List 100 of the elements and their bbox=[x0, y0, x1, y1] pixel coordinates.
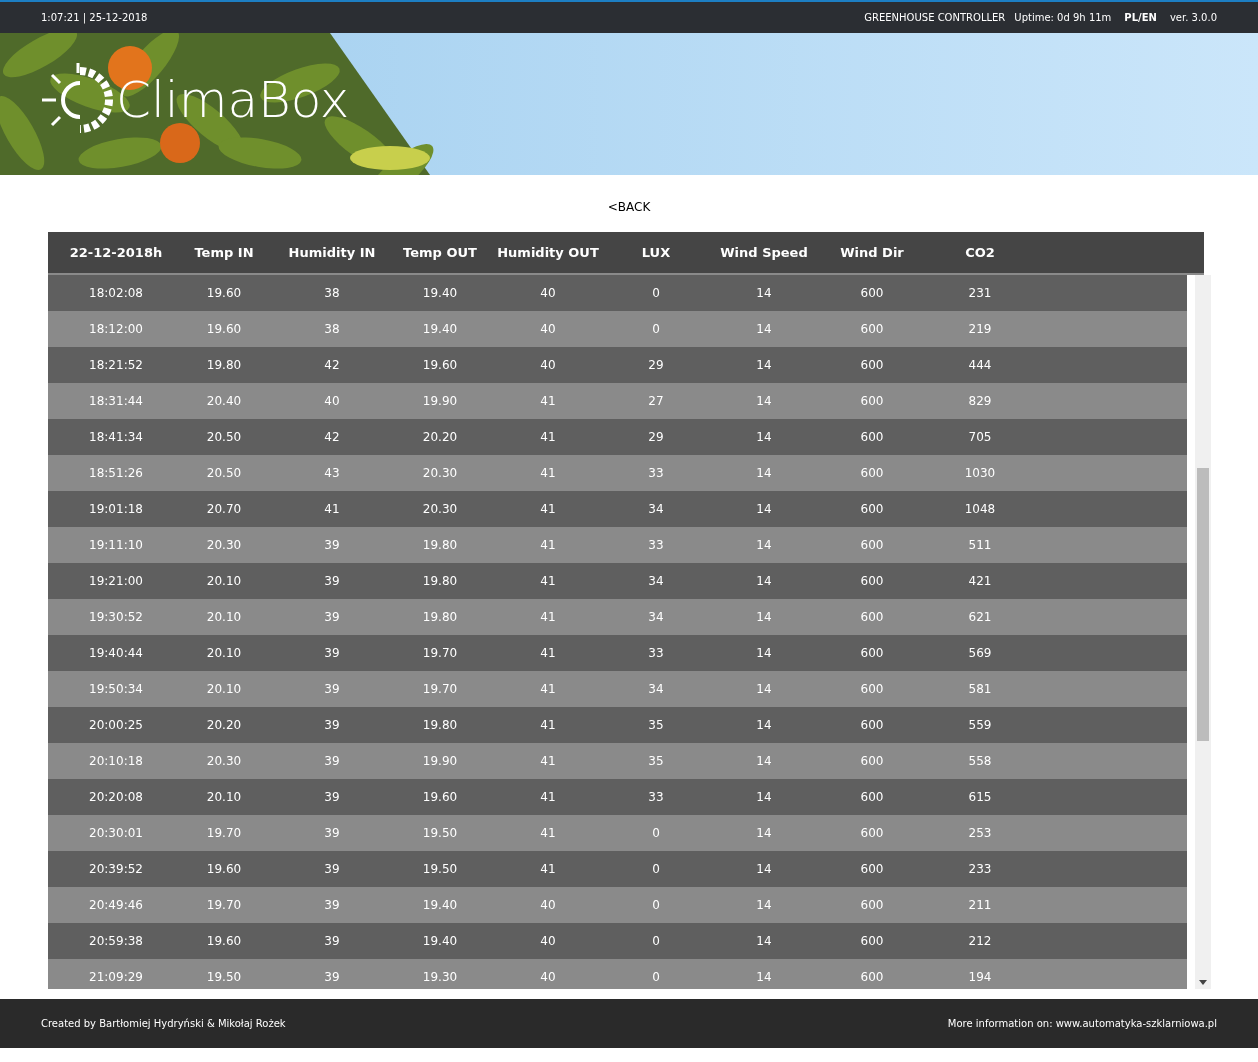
table-cell-text: 558 bbox=[967, 753, 993, 770]
table-cell-text: 19:11:10 bbox=[88, 537, 144, 554]
table-cell-text: 233 bbox=[967, 861, 993, 878]
uptime-text: Uptime: 0d 9h 11m bbox=[1014, 11, 1112, 25]
column-header[interactable]: Humidity OUT bbox=[494, 242, 602, 263]
table-cell-text: 18:31:44 bbox=[88, 393, 144, 410]
column-header[interactable]: Temp OUT bbox=[386, 242, 494, 263]
language-link[interactable]: PL/EN bbox=[1124, 10, 1157, 25]
table-cell-text: 14 bbox=[755, 717, 773, 734]
table-cell-text: 20.50 bbox=[205, 429, 243, 446]
more-info-link[interactable]: More information on: www.automatyka-szklarniowa.pl bbox=[947, 1016, 1217, 1031]
credits-text: Created by Bartłomiej Hydryński & Mikołaj Rożek bbox=[41, 1017, 286, 1031]
column-header[interactable]: CO2 bbox=[926, 242, 1034, 263]
table-cell-text: 19.30 bbox=[421, 969, 459, 986]
table-cell-text: 19.90 bbox=[421, 393, 459, 410]
column-header[interactable]: Wind Dir bbox=[818, 242, 926, 263]
table-cell-text: 34 bbox=[647, 681, 665, 698]
table-cell-text: 41 bbox=[539, 645, 557, 662]
scrollbar[interactable] bbox=[1195, 275, 1211, 989]
table-cell-text: 14 bbox=[755, 933, 773, 950]
table-cell-text: 600 bbox=[859, 825, 885, 842]
table-cell-text: 27 bbox=[647, 393, 665, 410]
table-cell-text: 19.40 bbox=[421, 933, 459, 950]
table-cell-text: 600 bbox=[859, 357, 885, 374]
table-cell-text: 0 bbox=[651, 933, 661, 950]
column-header[interactable]: 22-12-2018h bbox=[62, 242, 170, 263]
table-cell-text: 0 bbox=[651, 321, 661, 338]
table-cell-text: 19.40 bbox=[421, 321, 459, 338]
table-cell-text: 39 bbox=[323, 933, 341, 950]
table-cell-text: 20:20:08 bbox=[88, 789, 144, 806]
table-cell-text: 0 bbox=[651, 861, 661, 878]
table-cell-text: 1048 bbox=[963, 501, 997, 518]
column-header[interactable]: Humidity IN bbox=[278, 242, 386, 263]
table-cell-text: 14 bbox=[755, 969, 773, 986]
table-cell-text: 14 bbox=[755, 501, 773, 518]
table-cell-text: 39 bbox=[323, 609, 341, 626]
version-text: ver. 3.0.0 bbox=[1169, 11, 1217, 25]
table-cell-text: 20.20 bbox=[421, 429, 459, 446]
table-cell-text: 600 bbox=[859, 285, 885, 302]
table-cell-text: 29 bbox=[647, 357, 665, 374]
table-cell-text: 600 bbox=[859, 465, 885, 482]
table-cell-text: 829 bbox=[967, 393, 993, 410]
table-cell-text: 38 bbox=[323, 285, 341, 302]
table-cell-text: 600 bbox=[859, 537, 885, 554]
table-cell-text: 20:59:38 bbox=[88, 933, 144, 950]
table-cell-text: 19:01:18 bbox=[88, 501, 144, 518]
column-header[interactable]: Temp IN bbox=[170, 242, 278, 263]
table-cell-text: 41 bbox=[539, 393, 557, 410]
table-cell-text: 211 bbox=[967, 897, 993, 914]
table-cell-text: 19.80 bbox=[421, 537, 459, 554]
table-cell-text: 20.20 bbox=[205, 717, 243, 734]
table-cell-text: 20.10 bbox=[205, 681, 243, 698]
table-cell-text: 19.60 bbox=[421, 789, 459, 806]
table-cell-text: 600 bbox=[859, 753, 885, 770]
table-cell-text: 19.80 bbox=[421, 717, 459, 734]
table-cell-text: 18:41:34 bbox=[88, 429, 144, 446]
table-cell-text: 19.60 bbox=[421, 357, 459, 374]
table-cell-text: 19:21:00 bbox=[88, 573, 144, 590]
back-link[interactable]: <BACK bbox=[607, 198, 651, 214]
table-cell-text: 0 bbox=[651, 969, 661, 986]
table-cell-text: 41 bbox=[539, 861, 557, 878]
table-cell-text: 20.70 bbox=[205, 501, 243, 518]
scroll-down-icon[interactable] bbox=[1199, 980, 1207, 985]
table-cell-text: 600 bbox=[859, 573, 885, 590]
table-cell-text: 40 bbox=[539, 969, 557, 986]
table-cell-text: 39 bbox=[323, 897, 341, 914]
column-header[interactable]: Wind Speed bbox=[710, 242, 818, 263]
table-cell-text: 41 bbox=[323, 501, 341, 518]
column-header[interactable]: LUX bbox=[602, 242, 710, 263]
table-cell-text: 40 bbox=[539, 357, 557, 374]
table-cell-text: 600 bbox=[859, 321, 885, 338]
table-cell-text: 0 bbox=[651, 825, 661, 842]
table-cell-text: 581 bbox=[967, 681, 993, 698]
table-cell-text: 39 bbox=[323, 645, 341, 662]
table-cell-text: 14 bbox=[755, 465, 773, 482]
table-cell-text: 600 bbox=[859, 501, 885, 518]
table-cell-text: 421 bbox=[967, 573, 993, 590]
table-cell-text: 19.70 bbox=[421, 645, 459, 662]
table-cell-text: 705 bbox=[967, 429, 993, 446]
table-cell-text: 41 bbox=[539, 429, 557, 446]
table-cell-text: 42 bbox=[323, 429, 341, 446]
scrollbar-thumb[interactable] bbox=[1197, 468, 1209, 741]
datetime-text: 1:07:21 | 25-12-2018 bbox=[41, 11, 148, 25]
table-cell-text: 20.40 bbox=[205, 393, 243, 410]
table-cell-text: 14 bbox=[755, 825, 773, 842]
table-cell-text: 19.50 bbox=[421, 825, 459, 842]
table-cell-text: 41 bbox=[539, 501, 557, 518]
table-cell-text: 41 bbox=[539, 681, 557, 698]
table-cell-text: 14 bbox=[755, 393, 773, 410]
table-cell-text: 39 bbox=[323, 789, 341, 806]
table-cell-text: 600 bbox=[859, 861, 885, 878]
table-cell-text: 34 bbox=[647, 609, 665, 626]
table-cell-text: 39 bbox=[323, 969, 341, 986]
table-cell-text: 20:00:25 bbox=[88, 717, 144, 734]
table-cell-text: 19.60 bbox=[205, 321, 243, 338]
table-cell-text: 34 bbox=[647, 573, 665, 590]
table-cell-text: 20:30:01 bbox=[88, 825, 144, 842]
table-cell-text: 14 bbox=[755, 537, 773, 554]
table-cell-text: 41 bbox=[539, 753, 557, 770]
table-cell-text: 600 bbox=[859, 645, 885, 662]
